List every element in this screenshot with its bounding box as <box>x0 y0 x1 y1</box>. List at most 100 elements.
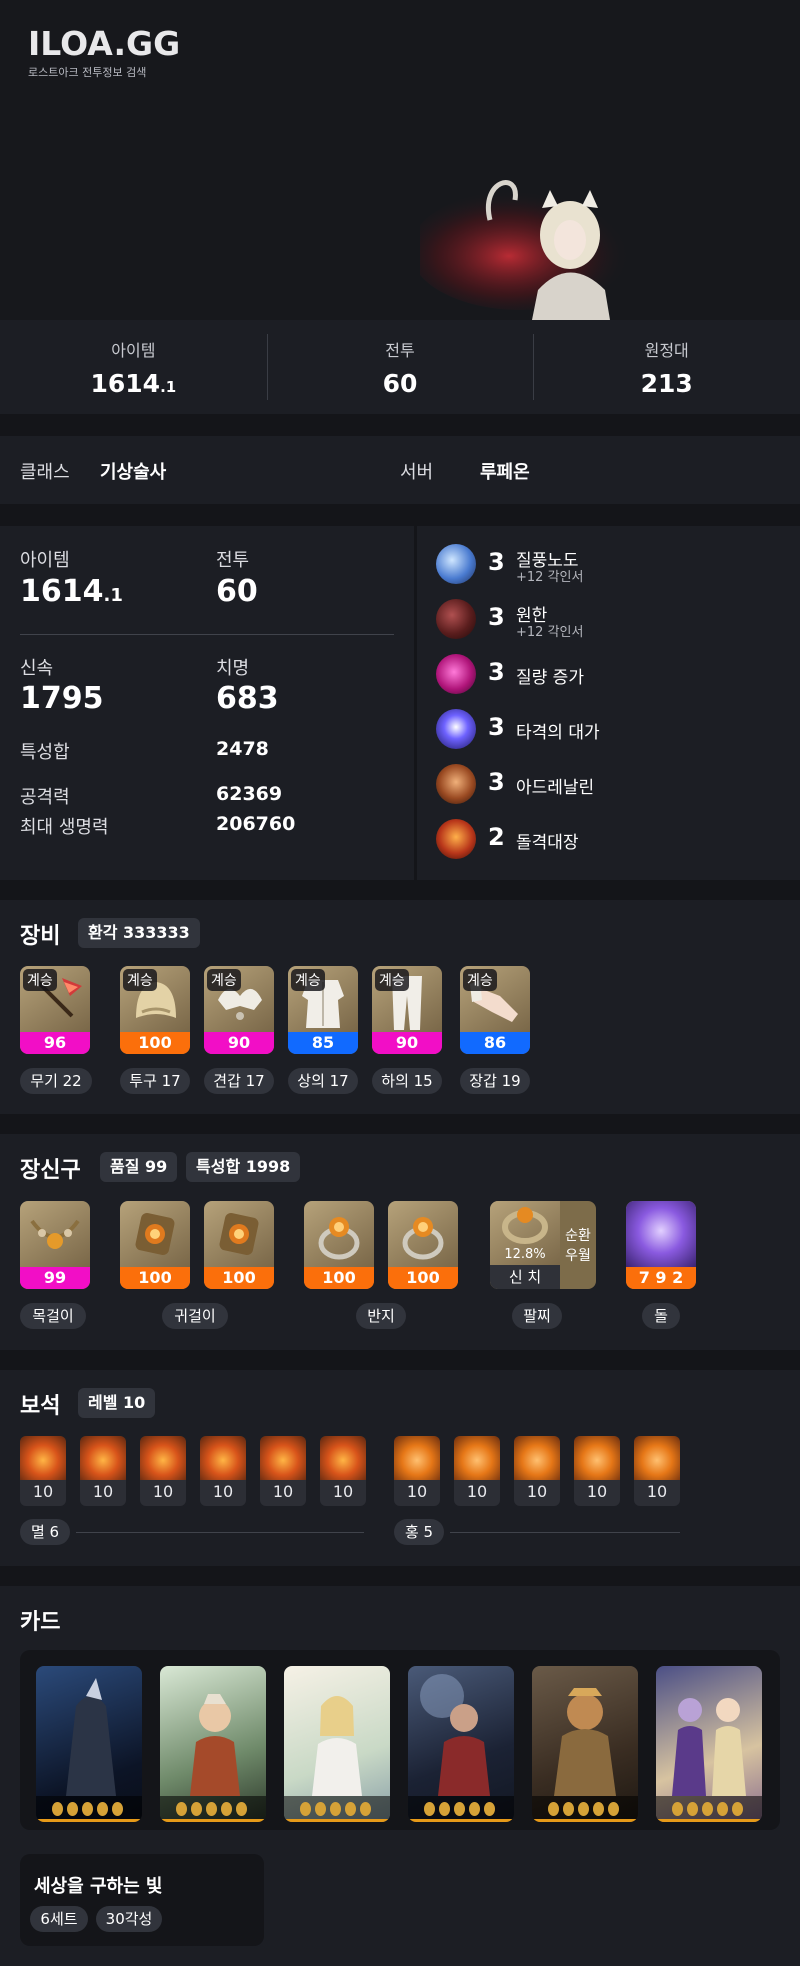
summary-item-level: 아이템 1614.1 <box>0 320 267 414</box>
gem-item[interactable]: 10 <box>514 1436 560 1506</box>
card-awakening <box>36 1796 142 1822</box>
summary-stats: 아이템 1614.1 전투 60 원정대 213 <box>0 320 800 414</box>
gem-item[interactable]: 10 <box>200 1436 246 1506</box>
succession-tag: 계승 <box>207 969 241 991</box>
ring-icon <box>402 1217 444 1260</box>
accessory-necklace[interactable]: 99 <box>20 1201 90 1289</box>
accessory-earring[interactable]: 100 <box>120 1201 190 1289</box>
engraving-level: 3 <box>488 713 505 741</box>
gem-item[interactable]: 10 <box>394 1436 440 1506</box>
gem-level: 10 <box>152 1482 174 1501</box>
card-item[interactable] <box>284 1666 390 1822</box>
stat-swift-value: 1795 <box>20 681 104 716</box>
engraving-item[interactable]: 3 아드레날린 <box>436 764 776 804</box>
earring-icon <box>135 1212 175 1256</box>
engraving-level: 3 <box>488 658 505 686</box>
gem-level: 10 <box>272 1482 294 1501</box>
site-logo[interactable]: ILOA.GG <box>28 24 180 63</box>
gem-level: 10 <box>586 1482 608 1501</box>
earring-label: 귀걸이 <box>162 1303 228 1329</box>
quality-bar: 100 <box>388 1267 458 1289</box>
engraving-item[interactable]: 3 타격의 대가 <box>436 709 776 749</box>
gem-item[interactable]: 10 <box>20 1436 66 1506</box>
summary-value: 60 <box>382 368 418 398</box>
gem-icon <box>260 1436 306 1480</box>
quality-bar: 100 <box>204 1267 274 1289</box>
accessory-ring[interactable]: 100 <box>304 1201 374 1289</box>
engraving-item[interactable]: 3 원한 +12 각인서 <box>436 599 776 640</box>
engraving-book: +12 각인서 <box>516 570 584 585</box>
card-item[interactable] <box>656 1666 762 1822</box>
equipment-gloves[interactable]: 계승 86 <box>460 966 530 1054</box>
equipment-label: 투구 17 <box>120 1068 190 1094</box>
gem-item[interactable]: 10 <box>80 1436 126 1506</box>
equipment-label: 무기 22 <box>20 1068 92 1094</box>
gem-icon <box>454 1436 500 1480</box>
hero-banner: ILOA.GG 로스트아크 전투정보 검색 <box>0 0 800 320</box>
accessory-ring[interactable]: 100 <box>388 1201 458 1289</box>
stat-trait-label: 특성합 <box>20 742 70 763</box>
engraving-item[interactable]: 2 돌격대장 <box>436 819 776 859</box>
equipment-pants[interactable]: 계승 90 <box>372 966 442 1054</box>
engraving-icon <box>436 654 476 694</box>
quality-bar: 86 <box>460 1032 530 1054</box>
gem-item[interactable]: 10 <box>140 1436 186 1506</box>
stone-icon <box>626 1201 696 1267</box>
gem-item[interactable]: 10 <box>320 1436 366 1506</box>
card-item[interactable] <box>160 1666 266 1822</box>
bracelet-option: 순환 <box>565 1228 591 1244</box>
summary-value: 1614.1 <box>90 368 177 398</box>
card-list <box>20 1650 780 1830</box>
card-item[interactable] <box>36 1666 142 1822</box>
card-item[interactable] <box>532 1666 638 1822</box>
succession-tag: 계승 <box>463 969 497 991</box>
engraving-item[interactable]: 3 질풍노도 +12 각인서 <box>436 544 776 585</box>
accessory-title: 장신구 <box>20 1158 81 1183</box>
gem-item[interactable]: 10 <box>634 1436 680 1506</box>
stat-item-value: 1614.1 <box>20 574 123 609</box>
quality-bar: 100 <box>120 1267 190 1289</box>
card-set-box: 세상을 구하는 빛 6세트 30각성 <box>20 1854 264 1946</box>
engraving-name: 돌격대장 <box>516 833 579 853</box>
equipment-title: 장비 <box>20 924 61 949</box>
engraving-name: 타격의 대가 <box>516 723 600 743</box>
gem-item[interactable]: 10 <box>454 1436 500 1506</box>
character-portrait <box>420 180 630 320</box>
card-awakening-total: 30각성 <box>96 1906 162 1932</box>
necklace-icon <box>30 1219 80 1249</box>
quality-bar: 90 <box>372 1032 442 1054</box>
bracelet-effect: 신 치 <box>490 1265 560 1289</box>
bracelet-option: 우월 <box>565 1248 591 1264</box>
engraving-level: 2 <box>488 823 505 851</box>
stat-battle-label: 전투 <box>216 550 250 571</box>
card-art <box>312 1696 362 1796</box>
accessory-earring[interactable]: 100 <box>204 1201 274 1289</box>
gem-item[interactable]: 10 <box>260 1436 306 1506</box>
gem-icon <box>140 1436 186 1480</box>
equipment-weapon[interactable]: 계승 96 <box>20 966 90 1054</box>
quality-badge: 품질 99 <box>100 1152 178 1182</box>
equipment-helmet[interactable]: 계승 100 <box>120 966 190 1054</box>
class-value: 기상술사 <box>100 462 167 483</box>
bracelet-label: 팔찌 <box>512 1303 562 1329</box>
card-art <box>672 1698 746 1796</box>
equipment-chest[interactable]: 계승 85 <box>288 966 358 1054</box>
necklace-label: 목걸이 <box>20 1303 86 1329</box>
card-item[interactable] <box>408 1666 514 1822</box>
gem-icon <box>320 1436 366 1480</box>
gem-icon <box>394 1436 440 1480</box>
card-set-name: 세상을 구하는 빛 <box>34 1876 163 1897</box>
ring-label: 반지 <box>356 1303 406 1329</box>
gem-item[interactable]: 10 <box>574 1436 620 1506</box>
card-art <box>554 1688 616 1796</box>
card-awakening <box>656 1796 762 1822</box>
elixir-badge: 환각 333333 <box>78 918 200 948</box>
equipment-shoulder[interactable]: 계승 90 <box>204 966 274 1054</box>
trait-badge: 특성합 1998 <box>186 1152 301 1182</box>
accessory-bracelet[interactable]: 12.8% 신 치 순환 우월 <box>490 1201 596 1289</box>
engraving-item[interactable]: 3 질량 증가 <box>436 654 776 694</box>
ability-stone[interactable]: 7 9 2 <box>626 1201 696 1289</box>
gem-level: 10 <box>32 1482 54 1501</box>
ring-icon <box>318 1217 360 1260</box>
equipment-label: 견갑 17 <box>204 1068 274 1094</box>
